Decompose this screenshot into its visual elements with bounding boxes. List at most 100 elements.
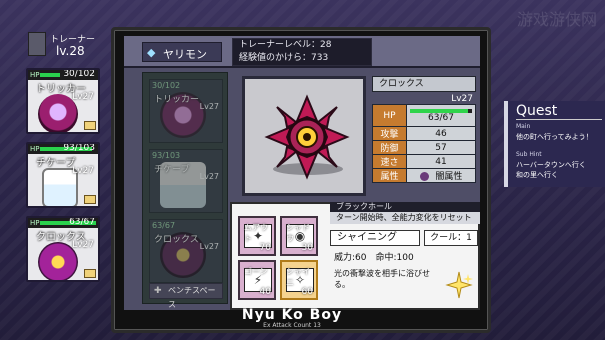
skill-detail-name: シャイニング (330, 230, 420, 246)
trainer-level: lv.28 (56, 44, 85, 58)
status-header: ◆ ヤリモン トレーナーレベル：28 経験値のかけら：733 (124, 36, 480, 68)
party-card[interactable]: HP 63/67 クロックス Lv27 (26, 216, 100, 282)
party-level: Lv27 (72, 166, 94, 176)
skill-slot[interactable]: ◉ シャドウ 30 (280, 216, 318, 256)
monster-hp-row: HP 63/67 (372, 104, 476, 127)
trainer-stats: トレーナーレベル：28 経験値のかけら：733 (232, 38, 372, 66)
party-hp-value: 30/102 (63, 69, 95, 79)
slot-hp: 63/67 (152, 221, 176, 230)
monster-name: クロックス (372, 76, 476, 92)
quest-sub-label: Sub Hint (516, 151, 542, 158)
skill-slot[interactable]: ✦ ムアウト 70 (238, 216, 276, 256)
party-slot[interactable]: 63/67 クロックス Lv27 (149, 219, 223, 283)
tab-label: ヤリモン (163, 48, 207, 61)
party-weak-badge (84, 195, 96, 204)
stat-value: 41 (406, 154, 476, 169)
monster-stat-row: 攻撃 46 (372, 126, 476, 141)
stat-label: 速さ (372, 154, 407, 169)
monster-attribute-row: 属性 闇属性 (372, 168, 476, 183)
footer-subtitle: Ex Attack Count 13 (263, 322, 321, 329)
status-window: ◆ ヤリモン トレーナーレベル：28 経験値のかけら：733 30/102 トリ… (111, 27, 491, 333)
footer-title-text: Nyu Ko Boy (241, 307, 343, 323)
sparkle-icon (445, 271, 473, 299)
skill-power: 30 (301, 243, 313, 253)
trainer-badge: トレーナー lv.28 (28, 30, 108, 60)
dark-attribute-icon (419, 172, 429, 181)
party-hp-label: HP (30, 219, 40, 227)
monster-hp-label: HP (372, 104, 407, 127)
party-weak-badge (84, 269, 96, 278)
party-weak-badge (84, 121, 96, 130)
attribute-cell: 闇属性 (406, 168, 476, 183)
party-hp-label: HP (30, 145, 40, 153)
bench-icon: ✚ (154, 286, 162, 296)
monster-stat-row: 速さ 41 (372, 154, 476, 169)
stat-label: 攻撃 (372, 126, 407, 141)
skill-name: ムアウト (244, 223, 268, 243)
slot-level: Lv27 (199, 102, 219, 111)
skill-detail: シャイニング クール：1 威力:60 命中:100 光の衝撃波を相手に浴びせる。 (330, 230, 478, 308)
slot-name: トリッカー (154, 95, 200, 105)
bench-space-button[interactable]: ✚ ベンチスペース (149, 283, 223, 309)
party-card[interactable]: HP 30/102 トリッカー Lv27 (26, 68, 100, 134)
party-hp-value: 93/103 (63, 143, 95, 153)
stat-value: 46 (406, 126, 476, 141)
monster-portrait (242, 76, 366, 196)
footer-title: Nyu Ko Boy Ex Attack Count 13 (114, 304, 470, 332)
quest-main-text: 他の町へ行ってみよう！ (516, 133, 593, 141)
party-hp-bar: HP 30/102 (28, 70, 98, 80)
attribute-label: 属性 (372, 168, 407, 183)
status-window-inner: ◆ ヤリモン トレーナーレベル：28 経験値のかけら：733 30/102 トリ… (124, 36, 480, 310)
exp-fragments-text: 経験値のかけら：733 (239, 53, 329, 63)
trainer-level-text: トレーナーレベル：28 (239, 40, 332, 50)
monster-hp-cell: 63/67 (406, 104, 476, 127)
trainer-avatar (28, 32, 46, 56)
party-slot[interactable]: 30/102 トリッカー Lv27 (149, 79, 223, 143)
monster-stat-row: 防御 57 (372, 140, 476, 155)
party-level: Lv27 (72, 92, 94, 102)
monster-stats-table: HP 63/67 攻撃 46 防御 57 速さ 41 属性 闇属性 (372, 104, 476, 183)
slot-level: Lv27 (199, 242, 219, 251)
effect-text: ターン開始時、全能力変化をリセット (330, 212, 480, 224)
party-slot[interactable]: 93/103 チケープ Lv27 (149, 149, 223, 213)
skill-slot[interactable]: ⚡ ゴーン 40 (238, 260, 276, 300)
party-hp-bar: HP 63/67 (28, 218, 98, 228)
quest-sub-text-1: ハーバータウンへ行く (516, 161, 586, 169)
skills-grid: ✦ ムアウト 70 ◉ シャドウ 30 ⚡ ゴーン 40 ✧ シャイニ 60 (238, 216, 322, 308)
skill-description: 光の衝撃波を相手に浴びせる。 (334, 269, 430, 289)
party-level: Lv27 (72, 240, 94, 250)
party-list-panel: 30/102 トリッカー Lv27 93/103 チケープ Lv27 63/67… (142, 72, 228, 309)
attribute-value: 闇属性 (435, 172, 463, 182)
skill-slot-selected[interactable]: ✧ シャイニ 60 (280, 260, 318, 300)
effect-title: ブラックホール (330, 202, 480, 212)
slot-name: クロックス (154, 235, 199, 245)
slot-hp: 93/103 (152, 151, 181, 160)
skill-name: シャイニ (286, 267, 310, 287)
slot-name: チケープ (154, 165, 190, 175)
stat-label: 防御 (372, 140, 407, 155)
slot-level: Lv27 (199, 172, 219, 181)
monster-info-panel: クロックス Lv27 HP 63/67 攻撃 46 防御 57 速さ 41 属性… (372, 76, 476, 196)
skills-panel: ブラックホール ターン開始時、全能力変化をリセット ✦ ムアウト 70 ◉ シャ… (230, 202, 480, 310)
stat-value: 57 (406, 140, 476, 155)
skill-name: ゴーン (244, 267, 268, 276)
monster-hp-value: 63/67 (428, 113, 454, 123)
watermark: 游戏游侠网 (517, 10, 598, 29)
skill-power: 70 (259, 243, 271, 253)
party-hp-fill (40, 73, 60, 77)
skill-power-accuracy: 威力:60 命中:100 (334, 253, 414, 263)
skill-power: 40 (259, 287, 271, 297)
tab-icon: ◆ (147, 46, 156, 59)
tab-yarimon[interactable]: ◆ ヤリモン (142, 42, 222, 62)
party-card[interactable]: HP 93/103 チケープ Lv27 (26, 142, 100, 208)
slot-hp: 30/102 (152, 81, 181, 90)
quest-sub-text-2: 和の里へ行く (516, 171, 558, 179)
skill-name: シャドウ (286, 223, 310, 243)
monster-sprite (264, 94, 350, 180)
skill-power: 60 (301, 287, 313, 297)
skill-cooldown: クール：1 (424, 230, 478, 246)
party-hp-label: HP (30, 71, 40, 79)
party-hp-value: 63/67 (69, 217, 95, 227)
party-hp-bar: HP 93/103 (28, 144, 98, 154)
monster-level: Lv27 (451, 94, 473, 104)
